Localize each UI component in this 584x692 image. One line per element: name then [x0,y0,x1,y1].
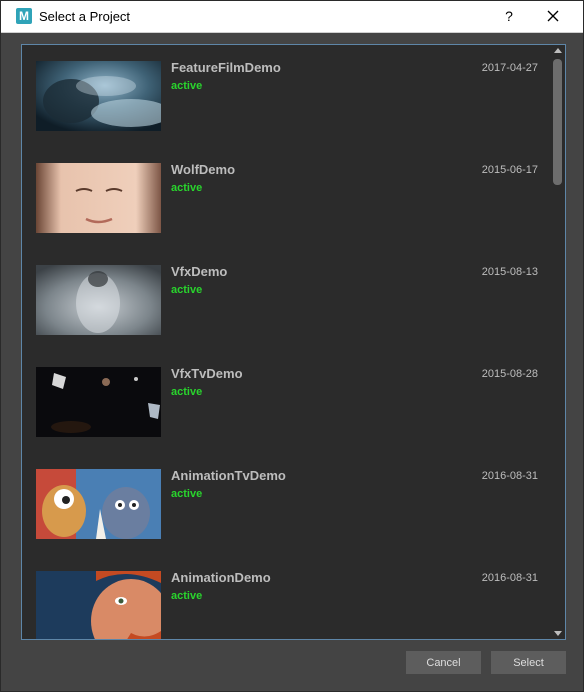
project-date: 2016-08-31 [481,572,538,584]
help-button[interactable]: ? [497,4,521,28]
project-name: VfxDemo [171,264,228,279]
project-item-animationdemo[interactable]: AnimationDemo active 2016-08-31 [22,555,550,639]
project-name: WolfDemo [171,162,236,177]
project-item-animationtvdemo[interactable]: AnimationTvDemo active 2016-08-31 [22,453,550,555]
scroll-thumb[interactable] [553,59,562,185]
maya-app-icon: M [16,8,32,24]
vertical-scrollbar[interactable] [551,45,565,639]
project-date: 2015-08-13 [481,266,538,278]
project-date: 2015-06-17 [481,164,538,176]
space-thumbnail [36,367,161,437]
project-date: 2015-08-28 [481,368,538,380]
wolf-fur-thumbnail [36,265,161,335]
project-status: active [171,182,203,194]
select-project-dialog: M Select a Project ? FeatureFilmDemo act… [0,0,584,692]
project-item-vfxtvdemo[interactable]: VfxTvDemo active 2015-08-28 [22,351,550,453]
project-list[interactable]: FeatureFilmDemo active 2017-04-27 WolfDe… [21,44,566,640]
project-status: active [171,80,203,92]
close-button[interactable] [539,4,567,28]
project-date: 2016-08-31 [481,470,538,482]
face-thumbnail [36,163,161,233]
cancel-button[interactable]: Cancel [406,651,481,674]
project-status: active [171,488,203,500]
project-item-vfxdemo[interactable]: VfxDemo active 2015-08-13 [22,249,550,351]
title-bar: M Select a Project ? [1,1,583,33]
project-name: VfxTvDemo [171,366,243,381]
project-status: active [171,386,203,398]
window-title: Select a Project [39,9,131,24]
scroll-down-arrow-icon[interactable] [554,631,562,636]
project-status: active [171,590,203,602]
project-name: AnimationTvDemo [171,468,286,483]
close-icon [547,10,559,22]
project-item-featurefilmdemo[interactable]: FeatureFilmDemo active 2017-04-27 [22,45,550,147]
project-name: AnimationDemo [171,570,271,585]
project-item-wolfdemo[interactable]: WolfDemo active 2015-06-17 [22,147,550,249]
storm-clouds-thumbnail [36,61,161,131]
select-button[interactable]: Select [491,651,566,674]
scroll-up-arrow-icon[interactable] [554,48,562,53]
character-face-thumbnail [36,571,161,639]
project-status: active [171,284,203,296]
project-date: 2017-04-27 [481,62,538,74]
cartoon-characters-thumbnail [36,469,161,539]
project-name: FeatureFilmDemo [171,60,281,75]
